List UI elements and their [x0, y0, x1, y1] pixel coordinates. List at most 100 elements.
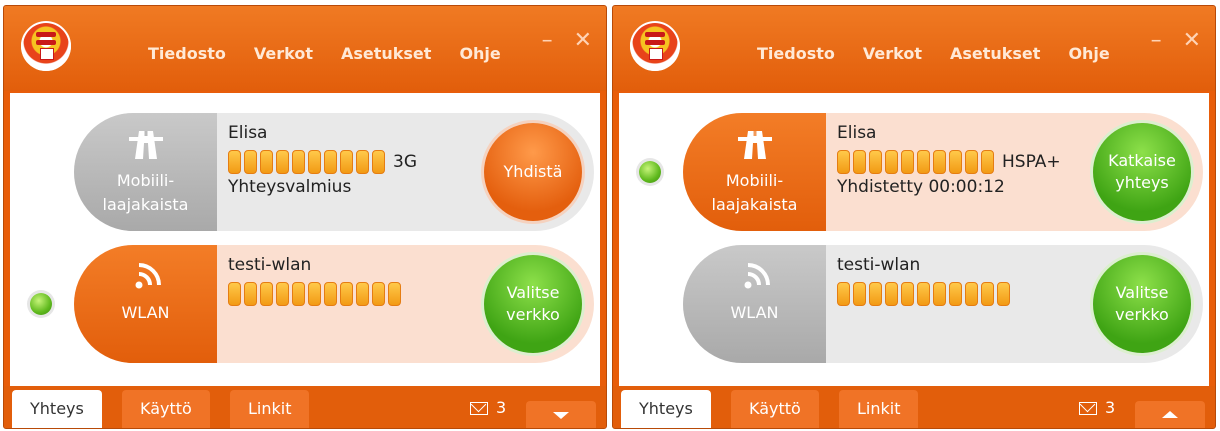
- connection-type-mobile[interactable]: Mobiili-laajakaista: [74, 113, 217, 231]
- tab-connection[interactable]: Yhteys: [12, 390, 102, 428]
- connect-button[interactable]: Yhdistä: [484, 123, 582, 221]
- signal-bar: [228, 150, 241, 174]
- signal-strength: [228, 281, 488, 307]
- menu-file[interactable]: Tiedosto: [757, 44, 835, 63]
- tab-links[interactable]: Linkit: [230, 390, 310, 428]
- signal-bar: [917, 282, 930, 306]
- signal-bar: [981, 282, 994, 306]
- menu-help[interactable]: Ohje: [459, 44, 500, 63]
- connection-type-label: WLAN: [730, 303, 779, 322]
- connection-info: Elisa HSPA+ Yhdistetty 00:00:12: [837, 123, 1097, 199]
- expand-toggle-button[interactable]: [1135, 401, 1205, 428]
- signal-bar: [340, 150, 353, 174]
- connection-info: testi-wlan: [837, 255, 1097, 307]
- signal-bar: [965, 150, 978, 174]
- signal-bar: [324, 150, 337, 174]
- network-name: Elisa: [837, 123, 877, 143]
- signal-bar: [356, 150, 369, 174]
- connection-info: testi-wlan: [228, 255, 488, 307]
- signal-bar: [853, 150, 866, 174]
- signal-bar: [388, 282, 401, 306]
- bottom-tab-bar: Yhteys Käyttö Linkit 3: [4, 386, 606, 428]
- network-technology: HSPA+: [1002, 152, 1061, 172]
- tab-connection[interactable]: Yhteys: [621, 390, 711, 428]
- tab-usage[interactable]: Käyttö: [731, 390, 819, 428]
- minimize-icon[interactable]: –: [542, 28, 553, 53]
- minimize-icon[interactable]: –: [1151, 28, 1162, 53]
- title-bar: Tiedosto Verkot Asetukset Ohje – ✕: [613, 6, 1215, 91]
- signal-bar: [356, 282, 369, 306]
- select-network-button[interactable]: Valitse verkko: [484, 255, 582, 353]
- tab-usage[interactable]: Käyttö: [122, 390, 210, 428]
- signal-bar: [308, 150, 321, 174]
- signal-bar: [885, 150, 898, 174]
- expand-toggle-button[interactable]: [526, 401, 596, 428]
- select-network-button[interactable]: Valitse verkko: [1093, 255, 1191, 353]
- signal-bar: [917, 150, 930, 174]
- signal-bar: [276, 282, 289, 306]
- signal-bar: [853, 282, 866, 306]
- connection-type-mobile[interactable]: Mobiili-laajakaista: [683, 113, 826, 231]
- connection-type-wlan[interactable]: WLAN: [74, 245, 217, 363]
- messages-indicator[interactable]: 3: [470, 398, 506, 417]
- envelope-icon: [1079, 402, 1097, 415]
- message-count: 3: [1105, 398, 1116, 417]
- envelope-icon: [470, 402, 488, 415]
- signal-strength: [837, 281, 1097, 307]
- signal-bar: [292, 282, 305, 306]
- menu-networks[interactable]: Verkot: [254, 44, 313, 63]
- connection-status: Yhteysvalmius: [228, 177, 352, 197]
- connection-row-wlan[interactable]: WLAN testi-wlan Valitse verkko: [74, 245, 594, 363]
- connection-type-wlan[interactable]: WLAN: [683, 245, 826, 363]
- highway-icon: [128, 131, 163, 159]
- wifi-icon: [744, 263, 770, 289]
- network-name: testi-wlan: [837, 255, 921, 275]
- signal-strength: HSPA+: [837, 149, 1097, 175]
- connection-info: Elisa 3G Yhteysvalmius: [228, 123, 488, 199]
- signal-bar: [997, 282, 1010, 306]
- connection-row-mobile[interactable]: Mobiili-laajakaista Elisa HSPA+ Yhdistet…: [683, 113, 1203, 231]
- connection-row-wlan[interactable]: WLAN testi-wlan Valitse verkko: [683, 245, 1203, 363]
- app-window-disconnected: Tiedosto Verkot Asetukset Ohje – ✕ Mobii…: [3, 5, 607, 429]
- signal-bar: [260, 282, 273, 306]
- active-connection-indicator: [639, 161, 661, 183]
- signal-bar: [965, 282, 978, 306]
- close-icon[interactable]: ✕: [574, 28, 592, 53]
- menu-settings[interactable]: Asetukset: [950, 44, 1040, 63]
- lighthouse-logo-icon: [21, 21, 71, 71]
- network-name: testi-wlan: [228, 255, 312, 275]
- signal-bar: [276, 150, 289, 174]
- tab-links[interactable]: Linkit: [839, 390, 919, 428]
- signal-bar: [837, 282, 850, 306]
- signal-bar: [244, 282, 257, 306]
- signal-bar: [324, 282, 337, 306]
- title-bar: Tiedosto Verkot Asetukset Ohje – ✕: [4, 6, 606, 91]
- chevron-up-icon: [1162, 411, 1178, 418]
- close-icon[interactable]: ✕: [1183, 28, 1201, 53]
- connection-type-label: WLAN: [121, 303, 170, 322]
- signal-bar: [981, 150, 994, 174]
- signal-bar: [901, 150, 914, 174]
- active-connection-indicator: [30, 293, 52, 315]
- connection-row-mobile[interactable]: Mobiili-laajakaista Elisa 3G Yhteysvalmi…: [74, 113, 594, 231]
- signal-bar: [837, 150, 850, 174]
- chevron-down-icon: [553, 412, 569, 419]
- menu-networks[interactable]: Verkot: [863, 44, 922, 63]
- signal-strength: 3G: [228, 149, 488, 175]
- disconnect-button[interactable]: Katkaise yhteys: [1093, 123, 1191, 221]
- wifi-icon: [135, 263, 161, 289]
- menu-file[interactable]: Tiedosto: [148, 44, 226, 63]
- app-window-connected: Tiedosto Verkot Asetukset Ohje – ✕ Mobii…: [612, 5, 1216, 429]
- messages-indicator[interactable]: 3: [1079, 398, 1115, 417]
- menu-help[interactable]: Ohje: [1068, 44, 1109, 63]
- network-name: Elisa: [228, 123, 268, 143]
- menu-settings[interactable]: Asetukset: [341, 44, 431, 63]
- connection-status: Yhdistetty 00:00:12: [837, 177, 1005, 197]
- highway-icon: [737, 131, 772, 159]
- window-controls: – ✕: [1137, 28, 1201, 53]
- signal-bar: [869, 150, 882, 174]
- signal-bar: [260, 150, 273, 174]
- signal-bar: [885, 282, 898, 306]
- connections-panel: Mobiili-laajakaista Elisa HSPA+ Yhdistet…: [619, 93, 1209, 386]
- menu-bar: Tiedosto Verkot Asetukset Ohje: [757, 44, 1138, 63]
